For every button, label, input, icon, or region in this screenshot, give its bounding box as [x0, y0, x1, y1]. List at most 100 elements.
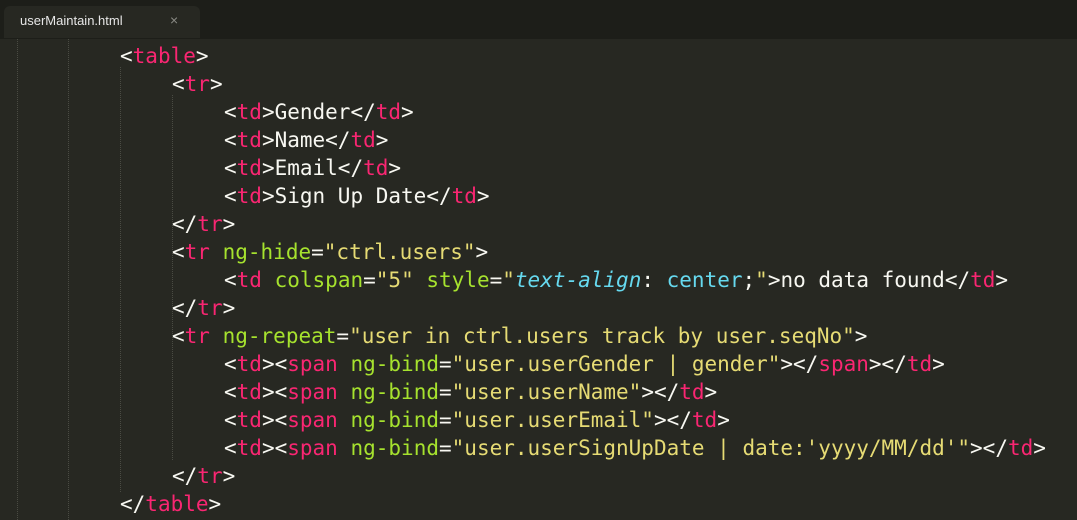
code-token: td	[236, 184, 262, 208]
code-token: <	[224, 408, 237, 432]
code-token: =	[439, 380, 452, 404]
code-token: td	[906, 352, 933, 376]
code-token: =	[439, 408, 452, 432]
code-token: tr	[197, 464, 223, 488]
code-token: ><	[261, 380, 288, 404]
code-token: tr	[184, 324, 210, 348]
code-token: >	[222, 296, 236, 320]
code-token: td	[970, 268, 996, 292]
code-token: >	[717, 408, 730, 432]
code-token: ></	[868, 352, 907, 376]
code-token: span	[287, 352, 338, 376]
code-token: >no data found</	[767, 268, 971, 292]
code-token: >	[704, 380, 718, 404]
code-token: >	[854, 324, 868, 348]
code-token: ng-repeat	[222, 324, 337, 348]
code-token: </	[172, 296, 198, 320]
code-token: td	[236, 128, 262, 152]
code-token: "user in ctrl.users track by user.seqNo"	[349, 324, 855, 348]
code-line: <td>Gender</td>	[224, 98, 414, 126]
code-token: ><	[261, 352, 288, 376]
code-token: <	[224, 156, 237, 180]
code-token: td	[236, 408, 262, 432]
close-icon[interactable]: ×	[170, 12, 178, 28]
code-line: <tr ng-repeat="user in ctrl.users track …	[172, 322, 867, 350]
code-token: ng-bind	[350, 352, 439, 376]
code-token: <	[224, 352, 237, 376]
code-token: td	[236, 156, 262, 180]
code-token: tr	[197, 212, 223, 236]
code-line: <td colspan="5" style="text-align: cente…	[224, 266, 1008, 294]
code-token: ><	[261, 408, 288, 432]
code-token: </	[172, 464, 198, 488]
code-token: >	[222, 212, 236, 236]
code-line: <td>Email</td>	[224, 154, 401, 182]
code-token: <	[224, 128, 237, 152]
code-token: =	[439, 436, 452, 460]
code-token: <	[224, 380, 237, 404]
indent-guide	[17, 39, 18, 520]
code-line: <table>	[120, 42, 209, 70]
code-token: "	[502, 268, 515, 292]
code-token: <	[224, 436, 237, 460]
code-token: td	[451, 184, 477, 208]
code-line: <td><span ng-bind="user.userGender | gen…	[224, 350, 945, 378]
code-token: span	[818, 352, 869, 376]
code-token: =	[336, 324, 350, 348]
code-token: >	[1033, 436, 1046, 460]
code-token: <	[172, 324, 185, 348]
code-token: table	[145, 492, 209, 516]
tab-bar: userMaintain.html ×	[0, 0, 1077, 39]
code-editor[interactable]: <table> <tr> <td>Gender</td> <td>Name</td> <…	[0, 39, 1077, 520]
code-token: >	[932, 352, 945, 376]
code-token: td	[236, 352, 262, 376]
code-token: colspan	[274, 268, 364, 292]
code-token: ><	[261, 436, 288, 460]
code-token: center	[666, 268, 743, 292]
code-token: :	[641, 268, 667, 292]
code-token: td	[236, 380, 262, 404]
code-token: ng-hide	[222, 240, 312, 264]
code-token: ></	[780, 352, 819, 376]
code-token: td	[375, 100, 402, 124]
code-token: <	[172, 72, 185, 96]
code-token: td	[679, 380, 705, 404]
code-token: tr	[184, 72, 210, 96]
code-token: span	[287, 380, 338, 404]
code-token: "ctrl.users"	[323, 240, 476, 264]
code-line: </tr>	[172, 462, 235, 490]
code-token: >	[209, 72, 223, 96]
code-token: >Name</	[261, 128, 351, 152]
code-token: <	[224, 100, 237, 124]
code-token: >	[195, 44, 209, 68]
code-token: td	[236, 100, 262, 124]
code-token: =	[489, 268, 503, 292]
code-token: ;	[742, 268, 756, 292]
code-token: "5"	[375, 268, 414, 292]
code-token: >	[388, 156, 402, 180]
code-token: >	[475, 240, 489, 264]
code-token: ng-bind	[350, 408, 439, 432]
code-token: "	[755, 268, 768, 292]
code-line: </tr>	[172, 294, 235, 322]
code-token: <	[224, 184, 237, 208]
code-token: >Gender</	[261, 100, 376, 124]
code-token: tr	[197, 296, 223, 320]
code-token: text-align	[514, 268, 642, 292]
code-token: "user.userName"	[451, 380, 642, 404]
indent-guide	[120, 67, 121, 492]
code-token: "user.userSignUpDate | date:'yyyy/MM/dd'…	[451, 436, 971, 460]
code-token: td	[236, 436, 262, 460]
code-token: td	[363, 156, 389, 180]
code-token: =	[311, 240, 324, 264]
code-token: >	[476, 184, 490, 208]
code-token: ></	[653, 408, 692, 432]
file-tab[interactable]: userMaintain.html ×	[4, 6, 200, 38]
